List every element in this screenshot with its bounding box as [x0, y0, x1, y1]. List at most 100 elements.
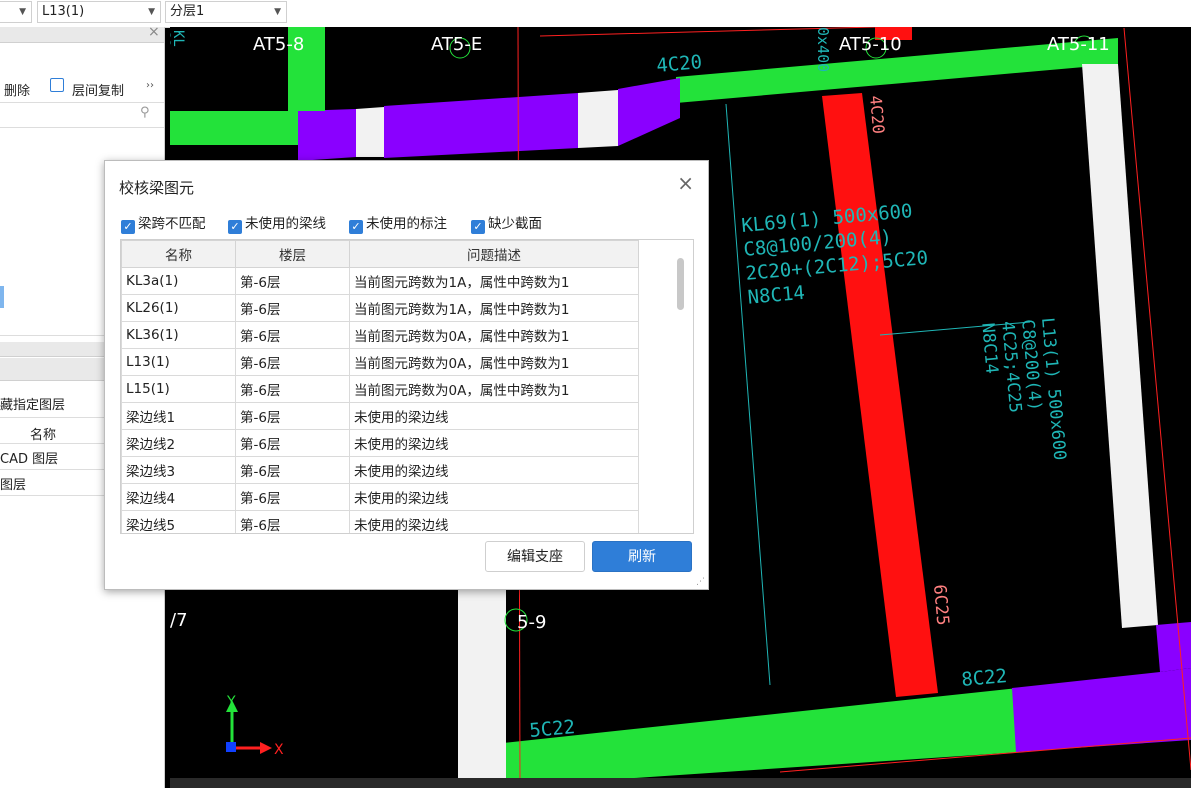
layer-split-combo[interactable]: 分层1 ▼ — [165, 1, 287, 23]
search-input[interactable]: ⚲ — [0, 103, 164, 127]
cell-floor: 第-6层 — [235, 510, 350, 533]
selection-indicator — [0, 286, 4, 308]
layer-row-cad[interactable]: CAD 图层 — [0, 448, 58, 467]
element-combo[interactable]: L13(1) ▼ — [37, 1, 161, 23]
ucs-icon: Y X — [226, 694, 284, 758]
table-row[interactable]: KL26(1) 第-6层 当前图元跨数为1A，属性中跨数为1 — [121, 294, 639, 322]
beam-red — [822, 93, 938, 697]
edit-support-button[interactable]: 编辑支座 — [485, 541, 585, 572]
checkbox-checked-icon: ✓ — [349, 220, 363, 234]
divider — [0, 127, 164, 128]
column-header-floor[interactable]: 楼层 — [235, 240, 350, 268]
column-header-name[interactable]: 名称 — [121, 240, 236, 268]
beam-green-left — [170, 111, 298, 145]
dialog-title: 校核梁图元 — [119, 179, 195, 197]
cell-name: KL36(1) — [121, 321, 236, 349]
search-icon: ⚲ — [140, 105, 150, 120]
category-combo[interactable]: ▼ — [0, 1, 32, 23]
beam-white — [578, 90, 618, 148]
close-icon[interactable]: × — [677, 171, 694, 195]
cell-description: 当前图元跨数为1A，属性中跨数为1 — [349, 294, 639, 322]
issues-table: 名称 楼层 问题描述 KL3a(1) 第-6层 当前图元跨数为1A，属性中跨数为1 K… — [120, 239, 694, 534]
rebar-annotation: 0x400 — [814, 27, 832, 72]
table-row[interactable]: KL36(1) 第-6层 当前图元跨数为0A，属性中跨数为1 — [121, 321, 639, 349]
cell-floor: 第-6层 — [235, 483, 350, 511]
table-row[interactable]: 梁边线2 第-6层 未使用的梁边线 — [121, 429, 639, 457]
cell-name: KL3a(1) — [121, 267, 236, 295]
beam-annotation-left: KL C8 4C — [170, 30, 186, 47]
beam-purple-bottom — [1012, 668, 1191, 752]
cell-name: 梁边线5 — [121, 510, 236, 533]
table-row[interactable]: KL3a(1) 第-6层 当前图元跨数为1A，属性中跨数为1 — [121, 267, 639, 295]
close-icon[interactable]: × — [148, 27, 160, 40]
axis-label: AT5-8 — [253, 34, 304, 55]
chevron-down-icon: ▼ — [274, 7, 281, 17]
axis-label: AT5-11 — [1047, 34, 1110, 55]
more-icon[interactable]: ›› — [146, 80, 154, 91]
cell-description: 当前图元跨数为0A，属性中跨数为1 — [349, 348, 639, 376]
cell-name: 梁边线4 — [121, 483, 236, 511]
beam-purple — [298, 109, 356, 161]
cell-floor: 第-6层 — [235, 375, 350, 403]
cell-floor: 第-6层 — [235, 429, 350, 457]
cell-name: 梁边线2 — [121, 429, 236, 457]
beam-purple-corner — [1156, 622, 1191, 672]
checkbox-label: 梁跨不匹配 — [138, 216, 206, 232]
axis-label: /7 — [170, 610, 188, 631]
table-header-row: 名称 楼层 问题描述 — [121, 240, 639, 268]
rebar-annotation: 4C20 — [866, 95, 888, 135]
checkbox-missing-section[interactable]: ✓ 缺少截面 — [471, 212, 542, 234]
table-row[interactable]: L13(1) 第-6层 当前图元跨数为0A，属性中跨数为1 — [121, 348, 639, 376]
beam-purple — [618, 78, 680, 146]
resize-grip-icon[interactable]: ⋰ — [696, 577, 705, 587]
checkbox-label: 缺少截面 — [488, 216, 542, 232]
rebar-annotation: 4C20 — [656, 51, 704, 77]
checkbox-label: 未使用的标注 — [366, 216, 447, 232]
table-row[interactable]: 梁边线3 第-6层 未使用的梁边线 — [121, 456, 639, 484]
cell-name: 梁边线1 — [121, 402, 236, 430]
checkbox-checked-icon: ✓ — [228, 220, 242, 234]
ucs-x-label: X — [274, 742, 284, 758]
rebar-annotation: 8C22 — [961, 665, 1009, 691]
cell-description: 未使用的梁边线 — [349, 429, 639, 457]
annotation-line: N8C14 — [747, 282, 806, 309]
cell-description: 当前图元跨数为0A，属性中跨数为1 — [349, 375, 639, 403]
table-row[interactable]: 梁边线1 第-6层 未使用的梁边线 — [121, 402, 639, 430]
beam-white — [356, 107, 384, 157]
cell-name: L13(1) — [121, 348, 236, 376]
beam-white-right — [1082, 64, 1158, 628]
copy-between-floors-button[interactable]: 层间复制 — [72, 80, 124, 99]
checkbox-span-mismatch[interactable]: ✓ 梁跨不匹配 — [121, 212, 206, 234]
cell-floor: 第-6层 — [235, 294, 350, 322]
scrollbar-thumb[interactable] — [677, 258, 684, 310]
axis-label: AT5-10 — [839, 34, 902, 55]
issues-table-grid: 名称 楼层 问题描述 KL3a(1) 第-6层 当前图元跨数为1A，属性中跨数为1 K… — [121, 240, 639, 533]
cell-floor: 第-6层 — [235, 267, 350, 295]
column-header-description[interactable]: 问题描述 — [349, 240, 639, 268]
rebar-annotation: 6C25 — [929, 584, 952, 627]
cell-name: KL26(1) — [121, 294, 236, 322]
table-row[interactable]: L15(1) 第-6层 当前图元跨数为0A，属性中跨数为1 — [121, 375, 639, 403]
checkbox-unused-annotations[interactable]: ✓ 未使用的标注 — [349, 212, 447, 234]
layer-name-header: 名称 — [30, 428, 57, 443]
layer-split-combo-value: 分层1 — [170, 4, 205, 19]
chevron-down-icon: ▼ — [148, 7, 155, 17]
axis-label: 5-9 — [517, 612, 546, 633]
layer-row-other[interactable]: 图层 — [0, 474, 26, 493]
hide-layer-option[interactable]: 藏指定图层 — [0, 394, 65, 413]
table-row[interactable]: 梁边线5 第-6层 未使用的梁边线 — [121, 510, 639, 533]
cell-floor: 第-6层 — [235, 402, 350, 430]
status-bar — [170, 778, 1191, 788]
cell-name: 梁边线3 — [121, 456, 236, 484]
cell-description: 当前图元跨数为0A，属性中跨数为1 — [349, 321, 639, 349]
refresh-button[interactable]: 刷新 — [592, 541, 692, 572]
checkbox-checked-icon: ✓ — [471, 220, 485, 234]
table-row[interactable]: 梁边线4 第-6层 未使用的梁边线 — [121, 483, 639, 511]
cell-description: 未使用的梁边线 — [349, 510, 639, 533]
delete-button[interactable]: 删除 — [4, 80, 30, 99]
leader-line — [725, 103, 771, 686]
checkbox-unused-beam-lines[interactable]: ✓ 未使用的梁线 — [228, 212, 326, 234]
annotation-line: N8C14 — [977, 322, 1001, 375]
cell-description: 当前图元跨数为1A，属性中跨数为1 — [349, 267, 639, 295]
cell-floor: 第-6层 — [235, 348, 350, 376]
